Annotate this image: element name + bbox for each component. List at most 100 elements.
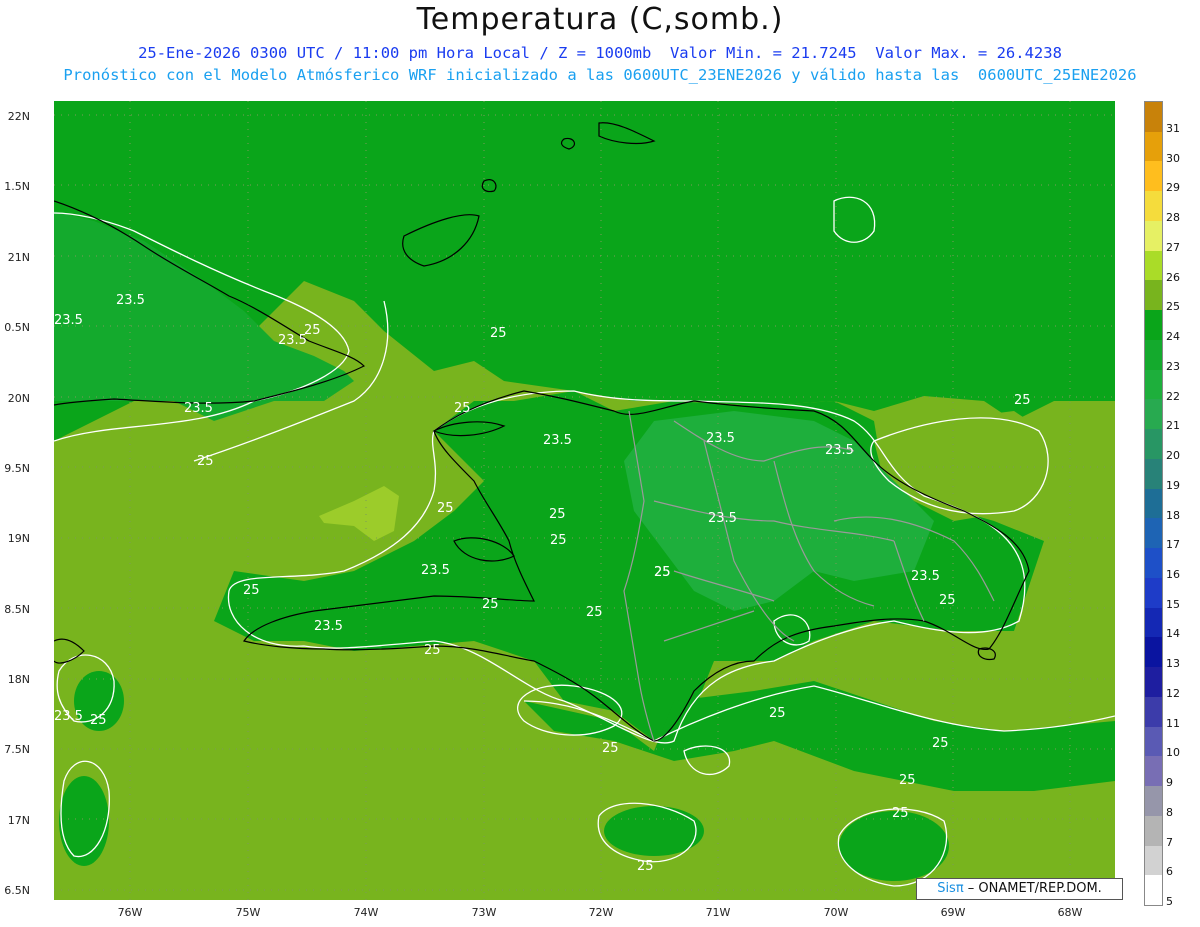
contour-label: 25 [550,533,567,548]
y-axis-label: 0.5N [4,321,30,334]
contour-label: 23.5 [421,563,450,578]
y-axis-label: 7.5N [4,743,30,756]
colorbar-label: 23 [1166,359,1180,373]
colorbar-segment [1145,131,1162,162]
colorbar-label: 25 [1166,300,1180,314]
colorbar-segment [1145,756,1162,787]
colorbar-label: 30 [1166,151,1180,165]
x-axis-label: 75W [235,906,261,919]
contour-label: 25 [454,401,471,416]
colorbar-label: 12 [1166,686,1180,700]
y-axis-label: 6.5N [4,884,30,897]
colorbar-segment [1145,488,1162,519]
contour-label: 23.5 [278,333,307,348]
colorbar-label: 29 [1166,181,1180,195]
x-axis-label: 74W [353,906,379,919]
colorbar-label: 21 [1166,419,1180,433]
colorbar-segment [1145,458,1162,490]
contour-label: 23.5 [314,619,343,634]
contour-label: 25 [586,605,603,620]
colorbar-segment [1145,280,1162,311]
y-axis-label: 17N [7,814,30,827]
contour-label: 25 [549,507,566,522]
colorbar-label: 17 [1166,538,1180,552]
colorbar-label: 14 [1166,627,1180,641]
colorbar-label: 6 [1166,865,1173,879]
colorbar-segment [1145,667,1162,698]
contour-label: 25 [769,706,786,721]
colorbar-segment [1145,399,1162,430]
colorbar-label: 16 [1166,567,1180,581]
colorbar-segment [1145,726,1162,757]
colorbar-segment [1145,220,1162,252]
contour-label: 23.5 [184,401,213,416]
y-axis-label: 18N [7,673,30,686]
colorbar-segment [1145,250,1162,281]
contour-label: 25 [602,741,619,756]
colorbar-label: 26 [1166,270,1180,284]
x-axis-label: 76W [117,906,143,919]
contour-label: 25 [932,736,949,751]
colorbar-segment [1145,161,1162,192]
contour-label: 25 [899,773,916,788]
y-axis-label: 22N [7,110,30,123]
colorbar-label: 10 [1166,746,1180,760]
colorbar [1144,101,1163,906]
contour-label: 25 [424,643,441,658]
y-axis-label: 20N [7,392,30,405]
chart-title: Temperatura (C,somb.) [416,2,784,37]
contour-label: 23.5 [708,511,737,526]
colorbar-segment [1145,310,1162,341]
colorbar-label: 5 [1166,895,1173,909]
colorbar-label: 13 [1166,657,1180,671]
contour-label: 23.5 [54,709,83,724]
credit-box: Sisπ – ONAMET/REP.DOM. [916,878,1123,900]
colorbar-segment [1145,102,1162,133]
contour-label: 25 [90,713,107,728]
contour-label: 25 [243,583,260,598]
colorbar-segment [1145,191,1162,222]
contour-label: 25 [892,806,909,821]
contour-label: 23.5 [706,431,735,446]
contour-label: 25 [490,326,507,341]
contour-label: 23.5 [116,293,145,308]
colorbar-label: 24 [1166,330,1180,344]
colorbar-segment [1145,518,1162,549]
subtitle-model-info: Pronóstico con el Modelo Atmósferico WRF… [63,66,1137,84]
y-axis-label: 21N [7,251,30,264]
x-axis-label: 72W [588,906,614,919]
contour-label: 25 [654,565,671,580]
contour-label: 25 [1014,393,1031,408]
colorbar-segment [1145,875,1162,906]
colorbar-segment [1145,696,1162,728]
y-axis-label: 19N [7,532,30,545]
contour-label: 23.5 [911,569,940,584]
y-axis-label: 1.5N [4,180,30,193]
credit-text: – ONAMET/REP.DOM. [963,881,1102,896]
colorbar-label: 8 [1166,805,1173,819]
colorbar-segment [1145,637,1162,668]
colorbar-segment [1145,548,1162,579]
colorbar-label: 18 [1166,508,1180,522]
contour-label: 25 [637,859,654,874]
field-island-3 [59,776,109,866]
colorbar-segment [1145,845,1162,876]
y-axis-label: 8.5N [4,603,30,616]
sispi-logo: Sisπ [937,881,964,896]
contour-label: 25 [197,454,214,469]
colorbar-label: 7 [1166,835,1173,849]
colorbar-segment [1145,607,1162,638]
y-axis-label: 9.5N [4,462,30,475]
contour-label: 23.5 [825,443,854,458]
x-axis-label: 71W [705,906,731,919]
colorbar-label: 31 [1166,121,1180,135]
contour-label: 23.5 [54,313,83,328]
contour-label: 23.5 [543,433,572,448]
subtitle-date-range: 25-Ene-2026 0300 UTC / 11:00 pm Hora Loc… [138,44,1062,62]
contour-label: 25 [437,501,454,516]
x-axis-label: 69W [940,906,966,919]
colorbar-segment [1145,815,1162,846]
colorbar-label: 28 [1166,211,1180,225]
colorbar-segment [1145,369,1162,400]
x-axis-label: 73W [471,906,497,919]
